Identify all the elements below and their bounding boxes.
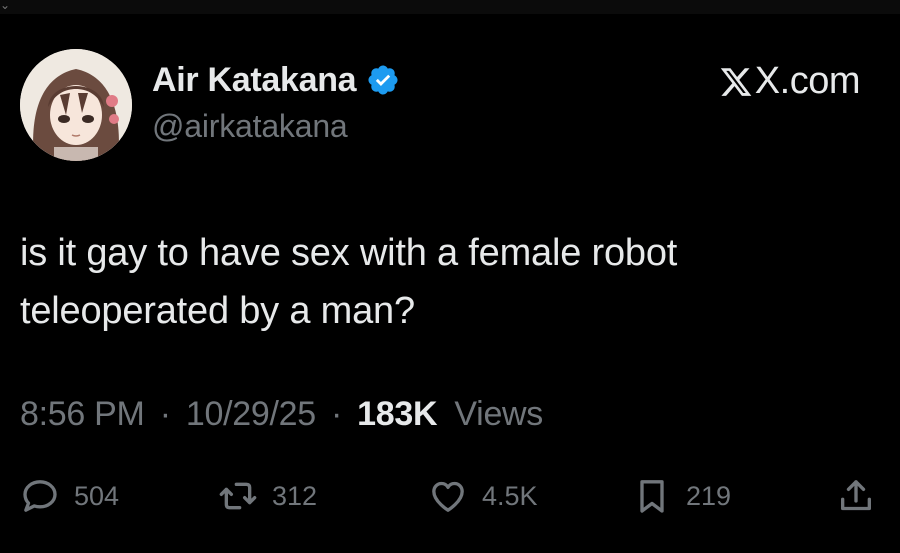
reply-count: 504: [74, 480, 120, 511]
repost-button[interactable]: 312: [218, 474, 317, 518]
tweet-date[interactable]: 10/29/25: [186, 395, 316, 433]
like-button[interactable]: 4.5K: [428, 474, 538, 518]
user-info: Air Katakana @airkatakana: [152, 60, 400, 145]
avatar[interactable]: [20, 49, 132, 161]
tweet-text-line-1: is it gay to have sex with a female robo…: [20, 232, 678, 274]
reply-button[interactable]: 504: [20, 474, 119, 518]
tweet-meta: 8:56 PM · 10/29/25 · 183K Views: [20, 395, 543, 434]
share-icon: [841, 480, 871, 511]
tweet-text: is it gay to have sex with a female robo…: [20, 224, 880, 340]
tweet-text-line-2: teleoperated by a man?: [20, 290, 415, 332]
share-button[interactable]: [836, 474, 876, 518]
x-logo-icon: [720, 67, 752, 96]
meta-separator: ·: [330, 395, 343, 433]
reply-icon: [23, 480, 57, 512]
display-name[interactable]: Air Katakana: [152, 61, 357, 100]
user-handle[interactable]: @airkatakana: [152, 108, 400, 145]
bookmark-button[interactable]: 219: [632, 474, 731, 518]
views-count: 183K: [357, 395, 438, 433]
bookmark-count: 219: [686, 480, 732, 511]
name-row: Air Katakana: [152, 60, 400, 100]
top-edge: ⌄: [0, 0, 900, 14]
anime-girl-avatar-icon: [20, 49, 132, 161]
repost-icon: [219, 482, 257, 510]
action-bar: 504 312 4.5K 219: [0, 474, 900, 518]
verified-badge-icon: [368, 65, 398, 95]
like-count: 4.5K: [482, 480, 538, 511]
heart-icon: [432, 481, 464, 512]
brand-label: X.com: [754, 60, 861, 102]
views-label: Views: [454, 395, 544, 433]
bookmark-icon: [640, 480, 664, 513]
meta-separator: ·: [159, 395, 171, 433]
chevron-down-icon: ⌄: [0, 0, 11, 12]
tweet-card: ⌄ Air Katakana @airkatakana X.com is it …: [0, 0, 900, 553]
repost-count: 312: [272, 480, 318, 511]
brand-watermark: X.com: [719, 60, 861, 103]
tweet-time[interactable]: 8:56 PM: [20, 395, 145, 433]
